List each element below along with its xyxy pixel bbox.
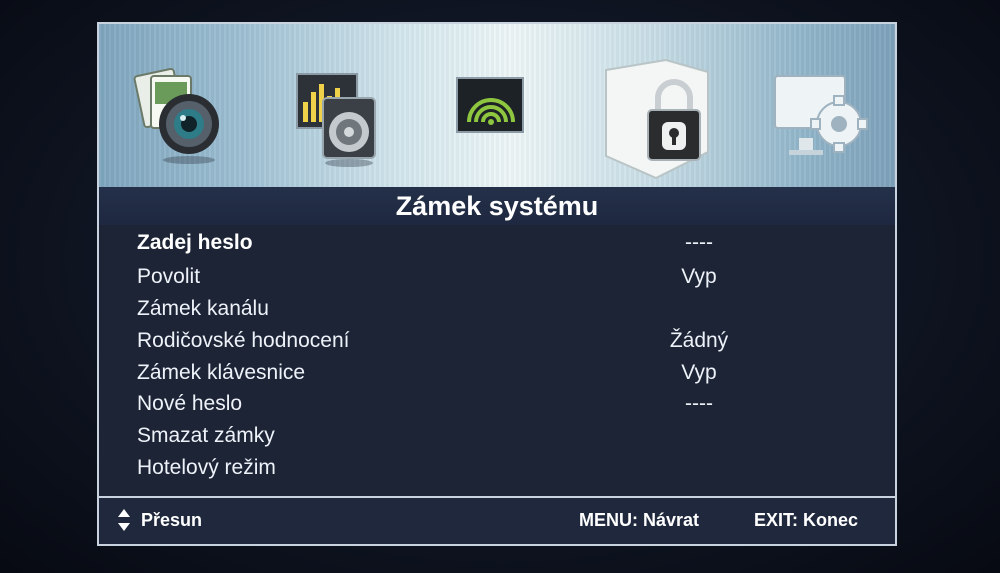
menu-item-label: Nové heslo <box>137 392 243 415</box>
menu-item-clear-locks[interactable]: Smazat zámky <box>99 420 895 451</box>
page-title: Zámek systému <box>99 187 895 225</box>
channel-signal-icon[interactable] <box>449 62 559 172</box>
menu-item-enter-password[interactable]: Zadej heslo ---- <box>99 227 895 258</box>
menu-item-value: Vyp <box>681 265 717 288</box>
menu-item-value: Vyp <box>681 361 717 384</box>
category-banner <box>99 24 895 187</box>
menu-item-label: Zadej heslo <box>137 231 253 254</box>
menu-item-label: Povolit <box>137 265 201 288</box>
menu-item-parental-rating[interactable]: Rodičovské hodnocení Žádný <box>99 325 895 356</box>
settings-display-icon[interactable] <box>767 68 882 178</box>
menu-item-hotel-mode[interactable]: Hotelový režim <box>99 452 895 483</box>
menu-item-new-password[interactable]: Nové heslo ---- <box>99 388 895 419</box>
media-camera-icon[interactable] <box>129 62 239 172</box>
menu-item-value: ---- <box>685 392 713 415</box>
menu-item-channel-lock[interactable]: Zámek kanálu <box>99 293 895 324</box>
menu-item-label: Rodičovské hodnocení <box>137 329 350 352</box>
exit-hint: EXIT: Konec <box>754 510 859 530</box>
menu-item-enable[interactable]: Povolit Vyp <box>99 261 895 292</box>
move-hint-label: Přesun <box>141 509 203 530</box>
audio-speaker-icon[interactable] <box>289 62 399 172</box>
menu-back-hint: MENU: Návrat <box>579 510 700 530</box>
menu-item-label: Zámek kanálu <box>137 297 269 320</box>
menu-item-value: Žádný <box>669 329 729 352</box>
menu-item-value: ---- <box>685 231 713 254</box>
system-lock-icon[interactable] <box>596 52 716 182</box>
up-down-arrows-icon <box>118 509 130 531</box>
menu-item-label: Zámek klávesnice <box>137 361 306 384</box>
menu-item-label: Smazat zámky <box>137 424 275 447</box>
menu-item-label: Hotelový režim <box>137 456 276 479</box>
osd-screen: Zámek systému Zadej heslo ---- Povolit V… <box>97 22 897 546</box>
move-hint: Přesun <box>117 508 202 532</box>
menu-item-keypad-lock[interactable]: Zámek klávesnice Vyp <box>99 357 895 388</box>
footer-hints: Přesun MENU: Návrat EXIT: Konec <box>99 496 895 544</box>
